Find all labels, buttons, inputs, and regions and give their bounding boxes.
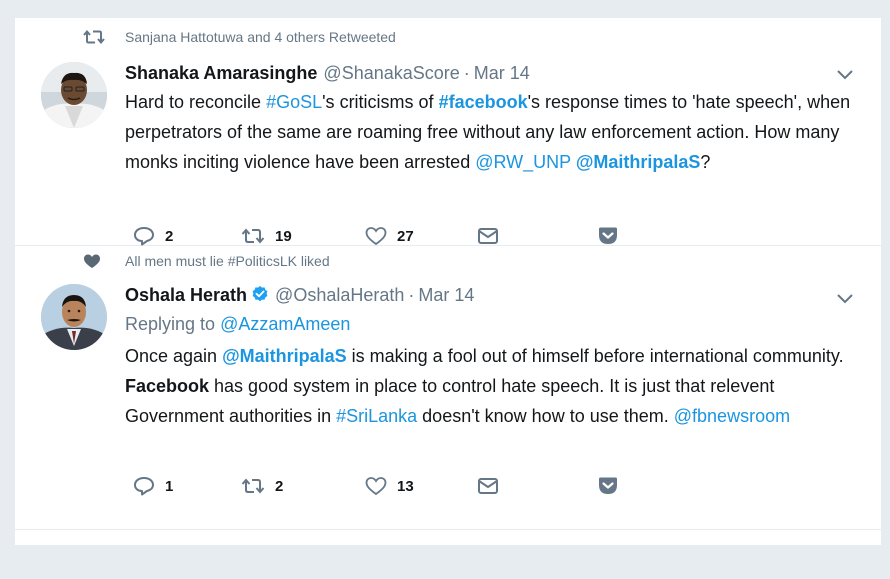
reply-count: 1 — [165, 477, 174, 495]
retweet-icon — [241, 478, 265, 494]
like-count: 13 — [397, 477, 414, 495]
tweet-text: Once again @MaithripalaS is making a foo… — [125, 341, 861, 431]
author-fullname[interactable]: Shanaka Amarasinghe — [125, 61, 317, 85]
retweet-count: 19 — [275, 227, 292, 245]
social-context-text[interactable]: Sanjana Hattotuwa and 4 others Retweeted — [125, 29, 396, 45]
avatar-image — [41, 284, 107, 350]
tweet-text-segment: 's criticisms of — [322, 92, 439, 112]
separator-dot: · — [408, 285, 415, 305]
replying-label: Replying to — [125, 314, 221, 334]
like-button[interactable]: 13 — [365, 474, 414, 498]
envelope-icon — [478, 228, 498, 244]
tweet-text: Hard to reconcile #GoSL's criticisms of … — [125, 87, 861, 177]
tweet-timestamp[interactable]: Mar 14 — [474, 61, 530, 85]
reply-button[interactable]: 2 — [133, 224, 173, 248]
tweet-content: Shanaka Amarasinghe @ShanakaScore · Mar … — [125, 61, 861, 177]
mention-link[interactable]: @AzzamAmeen — [220, 314, 350, 334]
tweet-header: Shanaka Amarasinghe @ShanakaScore · Mar … — [125, 61, 861, 85]
retweet-button[interactable]: 2 — [241, 474, 283, 498]
reply-icon — [134, 227, 154, 246]
tweet-text-segment: doesn't know how to use them. — [417, 406, 674, 426]
hashtag-link[interactable]: #facebook — [439, 92, 528, 112]
tweet-text-segment: Hard to reconcile — [125, 92, 267, 112]
pocket-button[interactable] — [597, 474, 619, 498]
tweet-header: Oshala Herath @OshalaHerath · Mar 14 — [125, 283, 861, 307]
heart-icon — [84, 254, 100, 268]
tweet-content: Oshala Herath @OshalaHerath · Mar 14 Rep… — [125, 283, 861, 431]
like-icon — [365, 227, 387, 246]
direct-message-button[interactable] — [477, 474, 499, 498]
mention-link[interactable]: @MaithripalaS — [576, 152, 701, 172]
retweet-count: 2 — [275, 477, 284, 495]
reply-count: 2 — [165, 227, 174, 245]
like-count: 27 — [397, 227, 414, 245]
mention-link[interactable]: @RW_UNP — [475, 152, 571, 172]
mention-link[interactable]: @fbnewsroom — [674, 406, 790, 426]
replying-to: Replying to @AzzamAmeen — [125, 309, 861, 339]
bold-text: Facebook — [125, 376, 210, 396]
like-button[interactable]: 27 — [365, 224, 414, 248]
author-username[interactable]: @OshalaHerath — [275, 283, 404, 307]
author-username[interactable]: @ShanakaScore — [323, 61, 459, 85]
timeline: Sanjana Hattotuwa and 4 others Retweeted… — [14, 18, 882, 545]
tweet-text-segment: Once again — [125, 346, 223, 366]
envelope-icon — [478, 478, 498, 494]
author-fullname[interactable]: Oshala Herath — [125, 283, 247, 307]
retweet-icon — [241, 228, 265, 244]
chevron-down-icon[interactable] — [835, 291, 855, 305]
pocket-icon — [599, 477, 617, 494]
tweet-actions: 1 2 13 — [125, 474, 645, 498]
avatar[interactable] — [41, 284, 107, 350]
avatar-image — [41, 62, 107, 128]
mention-link[interactable]: @MaithripalaS — [222, 346, 347, 366]
verified-badge-icon — [252, 286, 268, 302]
avatar[interactable] — [41, 62, 107, 128]
hashtag-link[interactable]: #GoSL — [266, 92, 322, 112]
like-icon — [365, 477, 387, 496]
direct-message-button[interactable] — [477, 224, 499, 248]
hashtag-link[interactable]: #SriLanka — [336, 406, 417, 426]
pocket-button[interactable] — [597, 224, 619, 248]
tweet[interactable]: Sanjana Hattotuwa and 4 others Retweeted… — [15, 18, 881, 246]
retweet-icon — [83, 29, 105, 45]
reply-button[interactable]: 1 — [133, 474, 173, 498]
tweet-timestamp[interactable]: Mar 14 — [418, 283, 474, 307]
social-context-text[interactable]: All men must lie #PoliticsLK liked — [125, 253, 330, 269]
reply-icon — [134, 477, 154, 496]
tweet[interactable]: All men must lie #PoliticsLK liked Oshal… — [15, 246, 881, 530]
tweet-text-segment: is making a fool out of himself before i… — [346, 346, 844, 366]
tweet-text-segment: ? — [700, 152, 711, 172]
retweet-button[interactable]: 19 — [241, 224, 292, 248]
pocket-icon — [599, 227, 617, 244]
tweet-actions: 2 19 27 — [125, 224, 645, 248]
separator-dot: · — [463, 63, 470, 83]
chevron-down-icon[interactable] — [835, 67, 855, 81]
